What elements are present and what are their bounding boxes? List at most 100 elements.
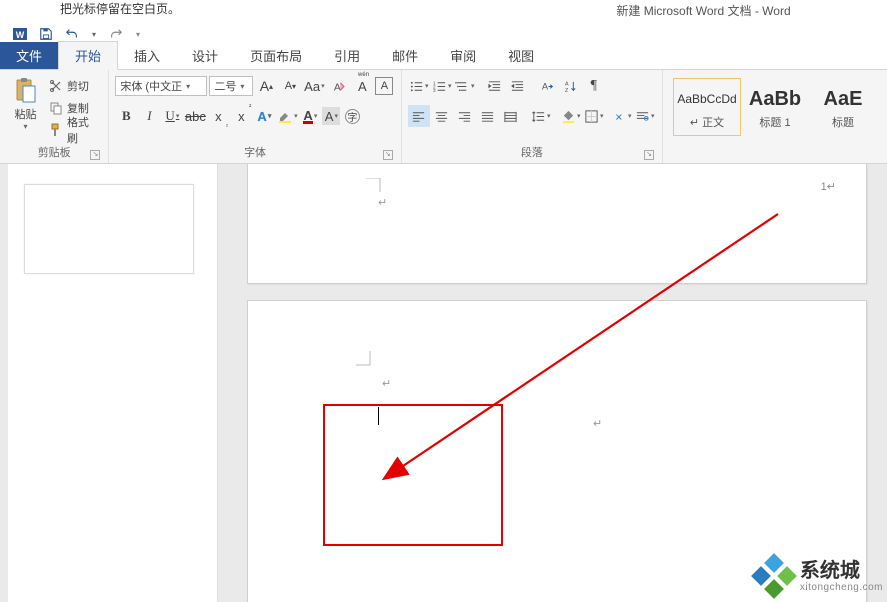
watermark-logo-icon xyxy=(754,556,794,596)
navigation-pane[interactable] xyxy=(8,164,218,602)
style-name: ↵ 正文 xyxy=(690,114,724,130)
undo-dropdown-icon[interactable]: ▾ xyxy=(90,26,98,42)
ribbon: 粘贴 ▾ 剪切 复制 xyxy=(0,70,887,164)
shrink-font-button[interactable]: A▾ xyxy=(279,75,301,97)
italic-button[interactable]: I xyxy=(138,105,160,127)
highlight-button[interactable]: ▾ xyxy=(276,105,298,127)
clipboard-launcher-icon[interactable]: ↘ xyxy=(90,150,100,160)
decrease-indent-button[interactable] xyxy=(484,75,506,97)
tab-mailings[interactable]: 邮件 xyxy=(376,42,434,69)
align-center-button[interactable] xyxy=(431,105,453,127)
paste-label: 粘贴 xyxy=(14,106,36,122)
paste-icon xyxy=(11,76,39,104)
font-name-value: 宋体 (中文正 xyxy=(120,78,182,94)
style-normal[interactable]: AaBbCcDd ↵ 正文 xyxy=(673,78,741,136)
paragraph-mark-icon: ↵ xyxy=(593,417,602,430)
superscript-button[interactable]: x² xyxy=(230,105,252,127)
multilevel-list-button[interactable]: ▾ xyxy=(454,75,476,97)
cut-button[interactable]: 剪切 xyxy=(45,76,102,96)
svg-text:W: W xyxy=(16,30,25,40)
font-name-combo[interactable]: 宋体 (中文正▾ xyxy=(115,76,207,96)
format-painter-label: 格式刷 xyxy=(67,114,98,146)
bullets-button[interactable]: ▾ xyxy=(408,75,430,97)
clipboard-group-label: 剪贴板 ↘ xyxy=(6,145,102,163)
watermark-title: 系统城 xyxy=(800,560,883,582)
character-shading-button[interactable]: A▾ xyxy=(322,107,340,125)
tab-home[interactable]: 开始 xyxy=(58,41,118,70)
clear-formatting-button[interactable]: A xyxy=(327,75,349,97)
align-right-button[interactable] xyxy=(454,105,476,127)
page-1-bottom[interactable]: ↵ 1↵ xyxy=(247,164,867,284)
tab-layout[interactable]: 页面布局 xyxy=(234,42,318,69)
paragraph-mark-icon: ↵ xyxy=(382,377,391,390)
style-name: 标题 xyxy=(832,114,854,130)
tab-design[interactable]: 设计 xyxy=(176,42,234,69)
scissors-icon xyxy=(49,79,63,93)
ribbon-tabs: 文件 开始 插入 设计 页面布局 引用 邮件 审阅 视图 xyxy=(0,46,887,70)
paste-dropdown-icon[interactable]: ▾ xyxy=(23,122,27,131)
format-painter-button[interactable]: 格式刷 xyxy=(45,120,102,140)
align-left-button[interactable] xyxy=(408,105,430,127)
tab-file[interactable]: 文件 xyxy=(0,42,58,69)
shading-button[interactable]: ▾ xyxy=(560,105,582,127)
cut-label: 剪切 xyxy=(67,78,89,94)
character-border-button[interactable]: A xyxy=(375,77,393,95)
font-launcher-icon[interactable]: ↘ xyxy=(383,150,393,160)
style-title[interactable]: AaE 标题 xyxy=(809,78,877,136)
watermark-url: xitongcheng.com xyxy=(800,582,883,593)
grow-font-button[interactable]: A▴ xyxy=(255,75,277,97)
font-group-label: 字体 ↘ xyxy=(115,145,394,163)
style-preview: AaBb xyxy=(749,84,801,114)
svg-text:Z: Z xyxy=(565,88,569,94)
text-effects-button[interactable]: A▾ xyxy=(253,105,275,127)
font-size-value: 二号 xyxy=(214,78,236,94)
show-marks-button[interactable]: ¶ xyxy=(583,75,605,97)
paragraph-group-label: 段落 ↘ xyxy=(408,145,656,163)
word-app-icon: W xyxy=(12,26,28,42)
svg-text:A: A xyxy=(334,82,341,93)
font-size-combo[interactable]: 二号▾ xyxy=(209,76,253,96)
tab-review[interactable]: 审阅 xyxy=(434,42,492,69)
paragraph-launcher-icon[interactable]: ↘ xyxy=(644,150,654,160)
save-icon[interactable] xyxy=(38,26,54,42)
svg-text:A: A xyxy=(542,81,549,91)
style-heading1[interactable]: AaBb 标题 1 xyxy=(741,78,809,136)
style-name: 标题 1 xyxy=(759,114,790,130)
undo-icon[interactable] xyxy=(64,26,80,42)
enclose-characters-button[interactable]: 字 xyxy=(341,105,363,127)
page-thumbnail[interactable] xyxy=(24,184,194,274)
paste-button[interactable]: 粘贴 ▾ xyxy=(6,74,45,145)
change-case-button[interactable]: Aa▾ xyxy=(303,75,325,97)
format-painter-icon xyxy=(49,123,63,137)
copy-icon xyxy=(49,101,63,115)
strikethrough-button[interactable]: abc xyxy=(184,105,206,127)
phonetic-guide-button[interactable]: wénA xyxy=(351,75,373,97)
numbering-button[interactable]: 123▾ xyxy=(431,75,453,97)
group-clipboard: 粘贴 ▾ 剪切 复制 xyxy=(0,70,109,163)
top-fragment-text: 把光标停留在空白页。 xyxy=(60,0,180,17)
sort-button[interactable]: AZ xyxy=(560,75,582,97)
page-number-label: 1↵ xyxy=(821,180,836,193)
borders-button[interactable]: ▾ xyxy=(583,105,605,127)
paragraph-mark-icon: ↵ xyxy=(378,196,387,209)
redo-icon[interactable] xyxy=(108,26,124,42)
bold-button[interactable]: B xyxy=(115,105,137,127)
increase-indent-button[interactable] xyxy=(507,75,529,97)
font-color-button[interactable]: A▾ xyxy=(299,105,321,127)
watermark: 系统城 xitongcheng.com xyxy=(754,556,883,596)
snap-to-grid-button[interactable]: ✕▾ xyxy=(611,105,633,127)
qat-customize-icon[interactable]: ▾ xyxy=(134,26,142,42)
paragraph-settings-button[interactable]: ▾ xyxy=(634,105,656,127)
group-paragraph: ▾ 123▾ ▾ A AZ ¶ ▾ ▾ ▾ xyxy=(402,70,663,163)
ltr-direction-button[interactable]: A xyxy=(537,75,559,97)
tab-insert[interactable]: 插入 xyxy=(118,42,176,69)
justify-button[interactable] xyxy=(477,105,499,127)
svg-text:A: A xyxy=(565,81,569,87)
svg-text:3: 3 xyxy=(433,88,436,93)
tab-references[interactable]: 引用 xyxy=(318,42,376,69)
underline-button[interactable]: U▾ xyxy=(161,105,183,127)
line-spacing-button[interactable]: ▾ xyxy=(530,105,552,127)
subscript-button[interactable]: x₂ xyxy=(207,105,229,127)
tab-view[interactable]: 视图 xyxy=(492,42,550,69)
distributed-button[interactable] xyxy=(500,105,522,127)
